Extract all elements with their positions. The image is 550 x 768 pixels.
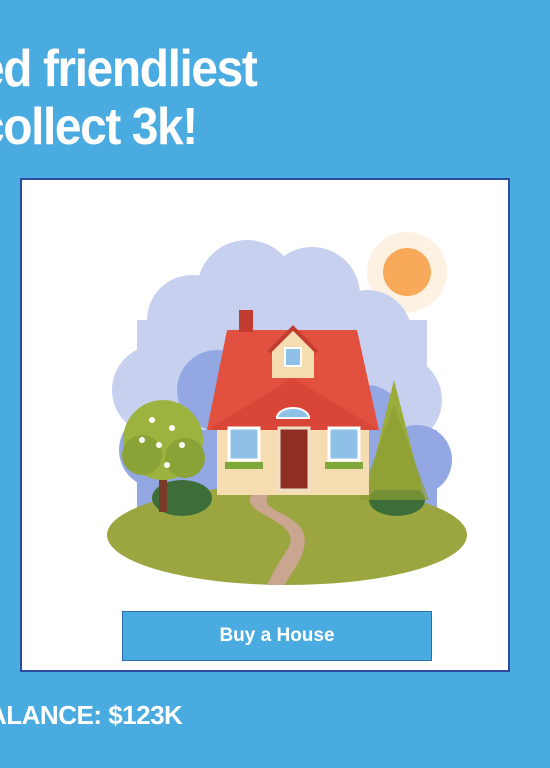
buy-house-button[interactable]: Buy a House (122, 611, 432, 661)
headline-line-1: ed friendliest (0, 40, 258, 98)
headline: ed friendliest collect 3k! (0, 40, 258, 156)
house-card: Buy a House (20, 178, 510, 672)
house-illustration (107, 232, 467, 585)
balance-label: ALANCE: $123K (0, 700, 183, 730)
headline-line-2: collect 3k! (0, 98, 198, 156)
